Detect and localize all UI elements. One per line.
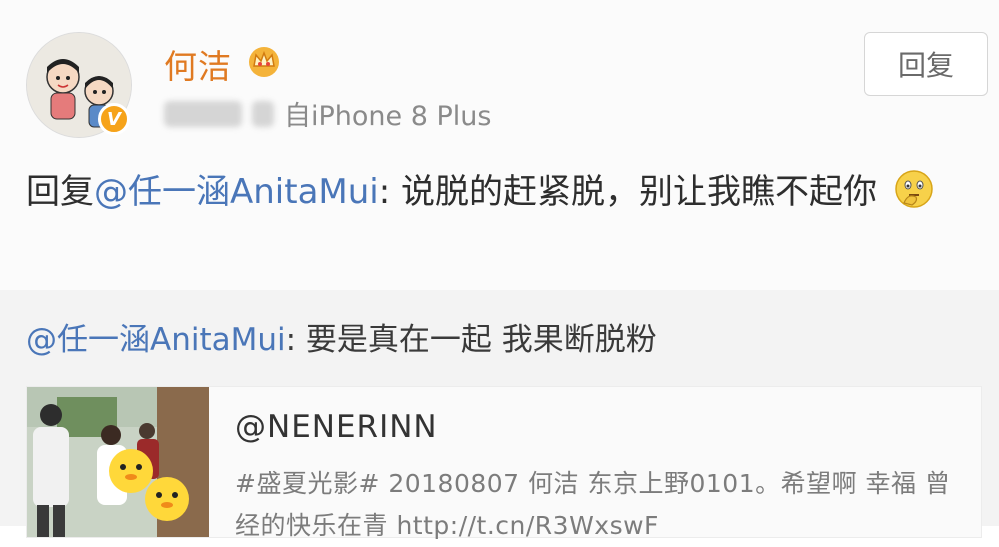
post-meta: 自iPhone 8 Plus: [164, 94, 491, 133]
reply-prefix: 回复: [26, 172, 94, 212]
repost-area[interactable]: @任一涵AnitaMui: 要是真在一起 我果断脱粉 @NENERINN #盛夏…: [0, 290, 999, 540]
thumbnail-photo: [27, 387, 209, 537]
post-text: : 说脱的赶紧脱，别让我瞧不起你: [378, 172, 878, 212]
card-title[interactable]: @NENERINN: [235, 409, 438, 445]
verified-badge-icon: V: [98, 103, 130, 135]
mention-link[interactable]: @任一涵AnitaMui: [94, 172, 379, 212]
weibo-post: V 何洁 自iPhone 8 Plus 回复 回复@任一涵AnitaMui: 说…: [0, 0, 999, 290]
card-description: #盛夏光影# 20180807 何洁 东京上野0101。希望啊 幸福 曾经的快乐…: [235, 469, 951, 540]
repost-body: : 要是真在一起 我果断脱粉: [285, 322, 657, 358]
post-source: 自iPhone 8 Plus: [284, 101, 492, 132]
username[interactable]: 何洁: [164, 40, 232, 88]
blurred-label: [252, 100, 274, 127]
reply-button[interactable]: 回复: [864, 32, 988, 96]
crown-icon: [249, 47, 279, 77]
repost-mention-link[interactable]: @任一涵AnitaMui: [26, 322, 286, 358]
blurred-timestamp: [164, 100, 242, 127]
linked-post-card[interactable]: @NENERINN #盛夏光影# 20180807 何洁 东京上野0101。希望…: [26, 386, 982, 540]
post-content: 回复@任一涵AnitaMui: 说脱的赶紧脱，别让我瞧不起你: [26, 166, 976, 218]
card-thumbnail: [27, 387, 209, 537]
thinking-emoji-icon: [895, 170, 933, 208]
repost-text: @任一涵AnitaMui: 要是真在一起 我果断脱粉: [26, 314, 657, 359]
